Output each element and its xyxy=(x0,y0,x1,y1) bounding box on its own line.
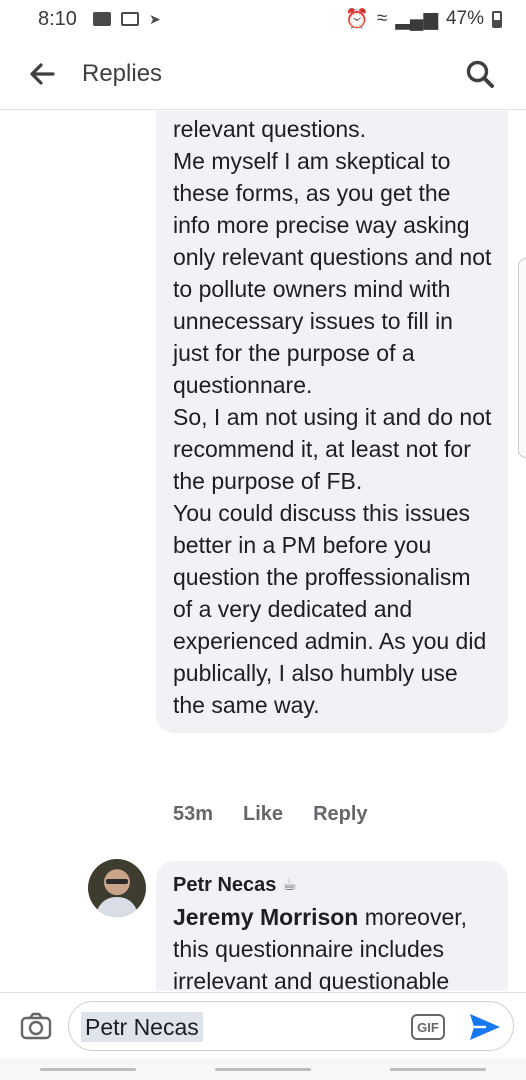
back-button[interactable] xyxy=(22,54,62,94)
status-left: 8:10 ➤ xyxy=(38,8,161,31)
avatar-glasses xyxy=(106,879,128,884)
send-icon xyxy=(470,1014,500,1040)
coffee-cup-icon: ☕ xyxy=(282,877,297,894)
status-right: ⏰ ≈ ▂▄▆ 47% xyxy=(345,7,502,31)
comment-bubble[interactable]: relevant questions. Me myself I am skept… xyxy=(156,111,508,733)
comment-text: relevant questions. Me myself I am skept… xyxy=(173,116,492,718)
comment-actions: 53m Like Reply xyxy=(173,803,368,826)
reply-text: Jeremy Morrison moreover, this questionn… xyxy=(173,901,492,991)
comment-input[interactable]: Petr Necas GIF xyxy=(68,1001,514,1051)
replies-thread[interactable]: relevant questions. Me myself I am skept… xyxy=(0,111,526,991)
wifi-icon: ≈ xyxy=(376,8,388,29)
reply-button[interactable]: Reply xyxy=(313,803,367,826)
nav-back-button[interactable] xyxy=(390,1067,487,1071)
camera-button[interactable] xyxy=(14,1004,58,1048)
reply-author[interactable]: Petr Necas xyxy=(173,874,276,897)
edge-panel-handle[interactable] xyxy=(518,258,526,458)
page-title: Replies xyxy=(82,59,163,87)
navigation-bar xyxy=(0,1058,526,1080)
search-button[interactable] xyxy=(460,54,500,94)
back-arrow-icon xyxy=(30,62,55,85)
comment-timestamp: 53m xyxy=(173,803,214,825)
battery-icon xyxy=(492,10,502,28)
app-notification-icon: ➤ xyxy=(148,10,161,27)
status-time: 8:10 xyxy=(38,7,77,30)
gallery-notification-icon xyxy=(120,12,139,26)
camera-icon xyxy=(20,1012,52,1039)
app-bar: Replies xyxy=(0,38,526,110)
reply-author-row: Petr Necas ☕ xyxy=(173,871,492,899)
reply-composer: Petr Necas GIF xyxy=(0,992,526,1058)
status-bar: 8:10 ➤ ⏰ ≈ ▂▄▆ 47% xyxy=(0,0,526,38)
youtube-notification-icon xyxy=(92,12,111,26)
nav-home-button[interactable] xyxy=(214,1067,311,1071)
send-button[interactable] xyxy=(467,1010,503,1044)
alarm-icon: ⏰ xyxy=(345,9,369,30)
signal-icon: ▂▄▆ xyxy=(395,8,438,30)
gif-button[interactable]: GIF xyxy=(411,1014,445,1040)
nav-recents-button[interactable] xyxy=(39,1067,136,1071)
avatar-shirt xyxy=(96,897,138,917)
search-icon xyxy=(466,60,494,88)
avatar[interactable] xyxy=(88,859,146,917)
mention-link[interactable]: Jeremy Morrison xyxy=(173,904,358,930)
comment-input-value[interactable]: Petr Necas xyxy=(81,1012,203,1042)
like-button[interactable]: Like xyxy=(243,803,283,826)
reply-bubble[interactable]: Petr Necas ☕ Jeremy Morrison moreover, t… xyxy=(156,861,508,991)
battery-percent: 47% xyxy=(445,8,484,29)
